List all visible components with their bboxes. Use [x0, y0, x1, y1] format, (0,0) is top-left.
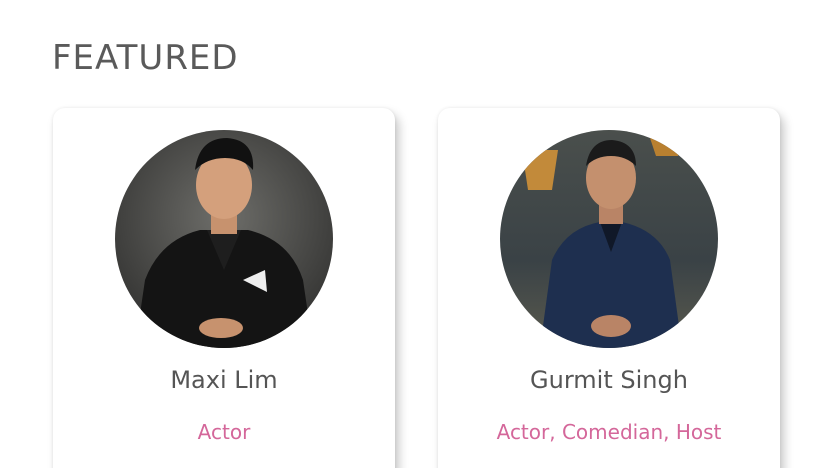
talent-photo[interactable]	[115, 130, 333, 348]
talent-photo[interactable]	[500, 130, 718, 348]
talent-card-gurmit-singh[interactable]: Gurmit Singh Actor, Comedian, Host	[438, 108, 780, 468]
talent-role: Actor, Comedian, Host	[496, 420, 722, 444]
portrait-photo-icon	[115, 130, 333, 348]
talent-name[interactable]: Gurmit Singh	[438, 366, 780, 394]
talent-name[interactable]: Maxi Lim	[53, 366, 395, 394]
portrait-photo-icon	[500, 130, 718, 348]
talent-card-maxi-lim[interactable]: Maxi Lim Actor	[53, 108, 395, 468]
talent-role: Actor	[197, 420, 251, 444]
section-title: FEATURED	[52, 38, 239, 78]
featured-section: FEATURED Maxi Lim Actor Gurmit Singh Act…	[0, 0, 830, 468]
